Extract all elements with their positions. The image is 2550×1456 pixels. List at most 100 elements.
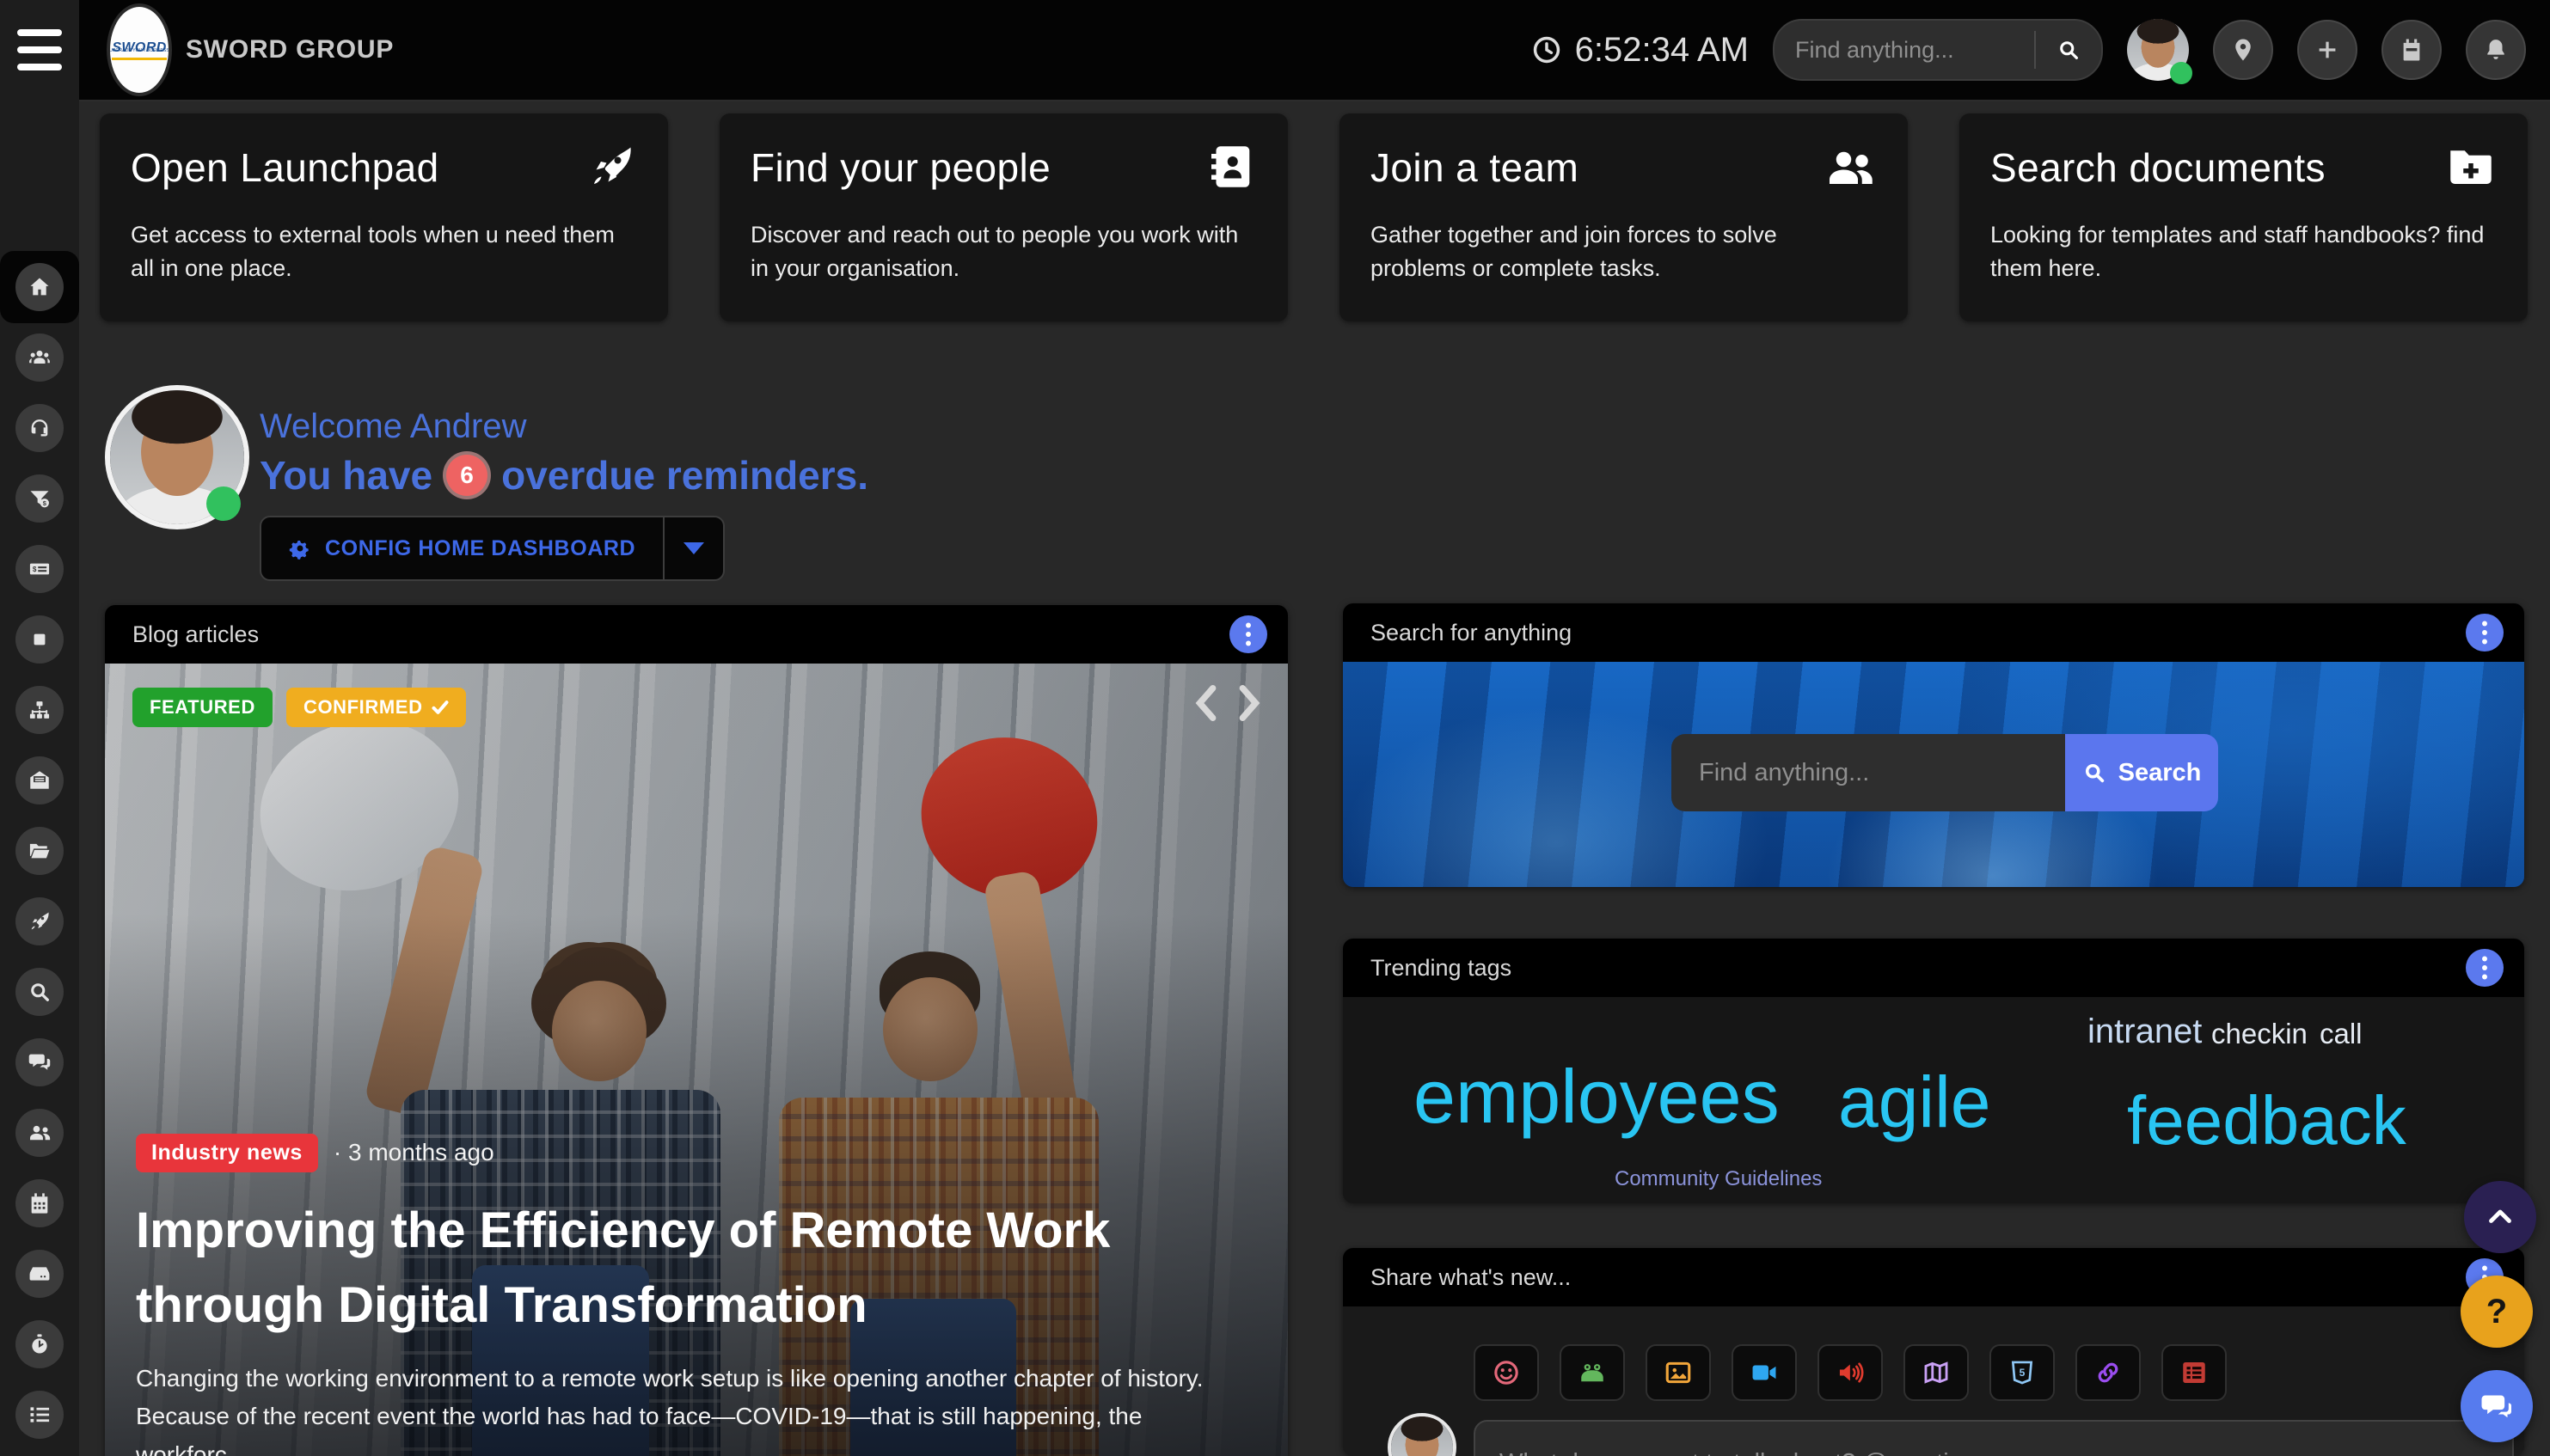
sidebar-item-storage[interactable] <box>15 1250 64 1298</box>
chat-button[interactable] <box>2461 1370 2533 1442</box>
calendar-alt-icon <box>28 1191 52 1215</box>
emoji-button[interactable] <box>1474 1344 1539 1401</box>
image-button[interactable] <box>1646 1344 1711 1401</box>
search-banner: Search <box>1343 662 2524 887</box>
html-button[interactable]: 5 <box>1989 1344 2055 1401</box>
sidebar-item-tasks[interactable] <box>15 1391 64 1439</box>
sidebar-item-stop[interactable] <box>15 615 64 664</box>
sidebar-item-conversations[interactable] <box>15 1038 64 1086</box>
category-badge[interactable]: Industry news <box>136 1134 318 1172</box>
welcome-avatar[interactable] <box>105 385 249 529</box>
location-button[interactable] <box>2213 20 2273 80</box>
avatar-photo <box>1391 1416 1453 1456</box>
confirmed-badge: CONFIRMED <box>286 688 466 727</box>
ellipsis-icon <box>2481 956 2488 980</box>
card-join-a-team[interactable]: Join a team Gather together and join for… <box>1339 113 1908 321</box>
sidebar-item-teams[interactable] <box>15 1109 64 1157</box>
tag-checkin[interactable]: checkin <box>2211 1019 2308 1048</box>
sidebar-item-time-tracking[interactable] <box>15 1320 64 1368</box>
sidebar-item-support[interactable] <box>15 404 64 452</box>
link-button[interactable] <box>2075 1344 2141 1401</box>
company-logo[interactable]: SWORD UPGRADE YOUR BUSINESS <box>107 3 172 96</box>
article-excerpt: Changing the working environment to a re… <box>136 1360 1257 1456</box>
video-button[interactable] <box>1732 1344 1797 1401</box>
panel-title: Blog articles <box>132 621 259 648</box>
carousel-prev-button[interactable] <box>1192 681 1219 725</box>
help-label: ? <box>2486 1293 2507 1331</box>
panel-options-button[interactable] <box>2466 949 2504 987</box>
panel-title: Trending tags <box>1370 955 1511 982</box>
reminder-count-badge: 6 <box>446 455 487 496</box>
audio-button[interactable] <box>1817 1344 1883 1401</box>
featured-badge: FEATURED <box>132 688 273 727</box>
sidebar-item-sales-funnel[interactable]: $ <box>15 474 64 523</box>
article-title[interactable]: Improving the Efficiency of Remote Work … <box>136 1193 1254 1343</box>
sidebar-item-payments[interactable]: $ <box>15 545 64 593</box>
tag-feedback[interactable]: feedback <box>2127 1086 2406 1155</box>
gif-button[interactable] <box>1560 1344 1625 1401</box>
map-button[interactable] <box>1903 1344 1969 1401</box>
dashboard-page: SWORD UPGRADE YOUR BUSINESS SWORD GROUP … <box>0 0 2550 1456</box>
scroll-to-top-button[interactable] <box>2464 1181 2536 1253</box>
quick-links-row: Open Launchpad Get access to external to… <box>100 113 2528 321</box>
user-avatar[interactable] <box>2127 19 2189 81</box>
welcome-greeting[interactable]: Welcome Andrew <box>260 407 527 446</box>
plus-icon <box>2314 37 2340 63</box>
trending-tags-panel: Trending tags employees agile intranet c… <box>1343 939 2524 1203</box>
svg-text:$: $ <box>33 566 37 573</box>
article-meta: Industry news · 3 months ago <box>136 1134 1257 1172</box>
tag-agile[interactable]: agile <box>1838 1066 1990 1138</box>
panel-options-button[interactable] <box>1229 615 1267 653</box>
sidebar-item-calendar[interactable] <box>15 1179 64 1227</box>
sidebar-item-org-chart[interactable] <box>15 686 64 734</box>
reminder-line[interactable]: You have 6 overdue reminders. <box>260 452 868 499</box>
sidebar-item-launchpad[interactable] <box>15 897 64 945</box>
menu-button[interactable] <box>17 29 62 70</box>
config-dropdown-toggle[interactable] <box>665 517 723 579</box>
article-hero-image[interactable]: FEATURED CONFIRMED Industry news · 3 mon… <box>105 664 1288 1456</box>
global-search-button[interactable] <box>2036 21 2101 79</box>
card-description: Get access to external tools when u need… <box>131 218 637 285</box>
global-search-input[interactable] <box>1775 21 2034 79</box>
notifications-button[interactable] <box>2466 20 2526 80</box>
carousel-next-button[interactable] <box>1236 681 1264 725</box>
config-dashboard-button[interactable]: CONFIG HOME DASHBOARD <box>261 517 663 579</box>
card-find-your-people[interactable]: Find your people Discover and reach out … <box>720 113 1288 321</box>
tag-community-guidelines[interactable]: Community Guidelines <box>1615 1169 1822 1190</box>
clock: 6:52:34 AM <box>1530 31 1749 70</box>
sidebar-item-home[interactable] <box>15 263 64 311</box>
video-camera-icon <box>1750 1358 1779 1387</box>
sidebar-item-colleagues[interactable] <box>15 333 64 382</box>
banner-search-input[interactable] <box>1671 734 2065 811</box>
comments-icon <box>28 1050 52 1074</box>
sidebar-item-documents[interactable] <box>15 827 64 875</box>
banner-search-button[interactable]: Search <box>2065 734 2218 811</box>
folder-plus-icon <box>2445 141 2497 193</box>
calendar-icon <box>2399 37 2424 63</box>
sidebar-item-mail[interactable] <box>15 756 64 804</box>
sidebar-item-search[interactable] <box>15 968 64 1016</box>
panel-header: Share what's new... <box>1343 1248 2524 1306</box>
composer-avatar <box>1388 1413 1456 1456</box>
form-button[interactable] <box>2161 1344 2227 1401</box>
list-alt-icon <box>2179 1358 2209 1387</box>
planner-button[interactable] <box>2381 20 2442 80</box>
chevron-up-icon <box>2485 1202 2516 1233</box>
tag-intranet[interactable]: intranet <box>2087 1014 2202 1049</box>
tag-employees[interactable]: employees <box>1413 1059 1780 1135</box>
address-book-icon <box>1205 141 1257 193</box>
clock-icon <box>1530 34 1563 66</box>
tag-call[interactable]: call <box>2320 1019 2363 1048</box>
help-button[interactable]: ? <box>2461 1276 2533 1348</box>
article-summary: Industry news · 3 months ago Improving t… <box>105 1134 1288 1456</box>
card-description: Discover and reach out to people you wor… <box>751 218 1257 285</box>
online-status-dot <box>2170 62 2192 84</box>
tag-cloud: employees agile intranet checkin call fe… <box>1343 997 2524 1203</box>
panel-options-button[interactable] <box>2466 614 2504 652</box>
ellipsis-icon <box>1245 622 1252 646</box>
add-button[interactable] <box>2297 20 2357 80</box>
chevron-left-icon <box>1194 684 1217 722</box>
composer-input[interactable] <box>1474 1420 2514 1456</box>
card-search-documents[interactable]: Search documents Looking for templates a… <box>1959 113 2528 321</box>
card-open-launchpad[interactable]: Open Launchpad Get access to external to… <box>100 113 668 321</box>
